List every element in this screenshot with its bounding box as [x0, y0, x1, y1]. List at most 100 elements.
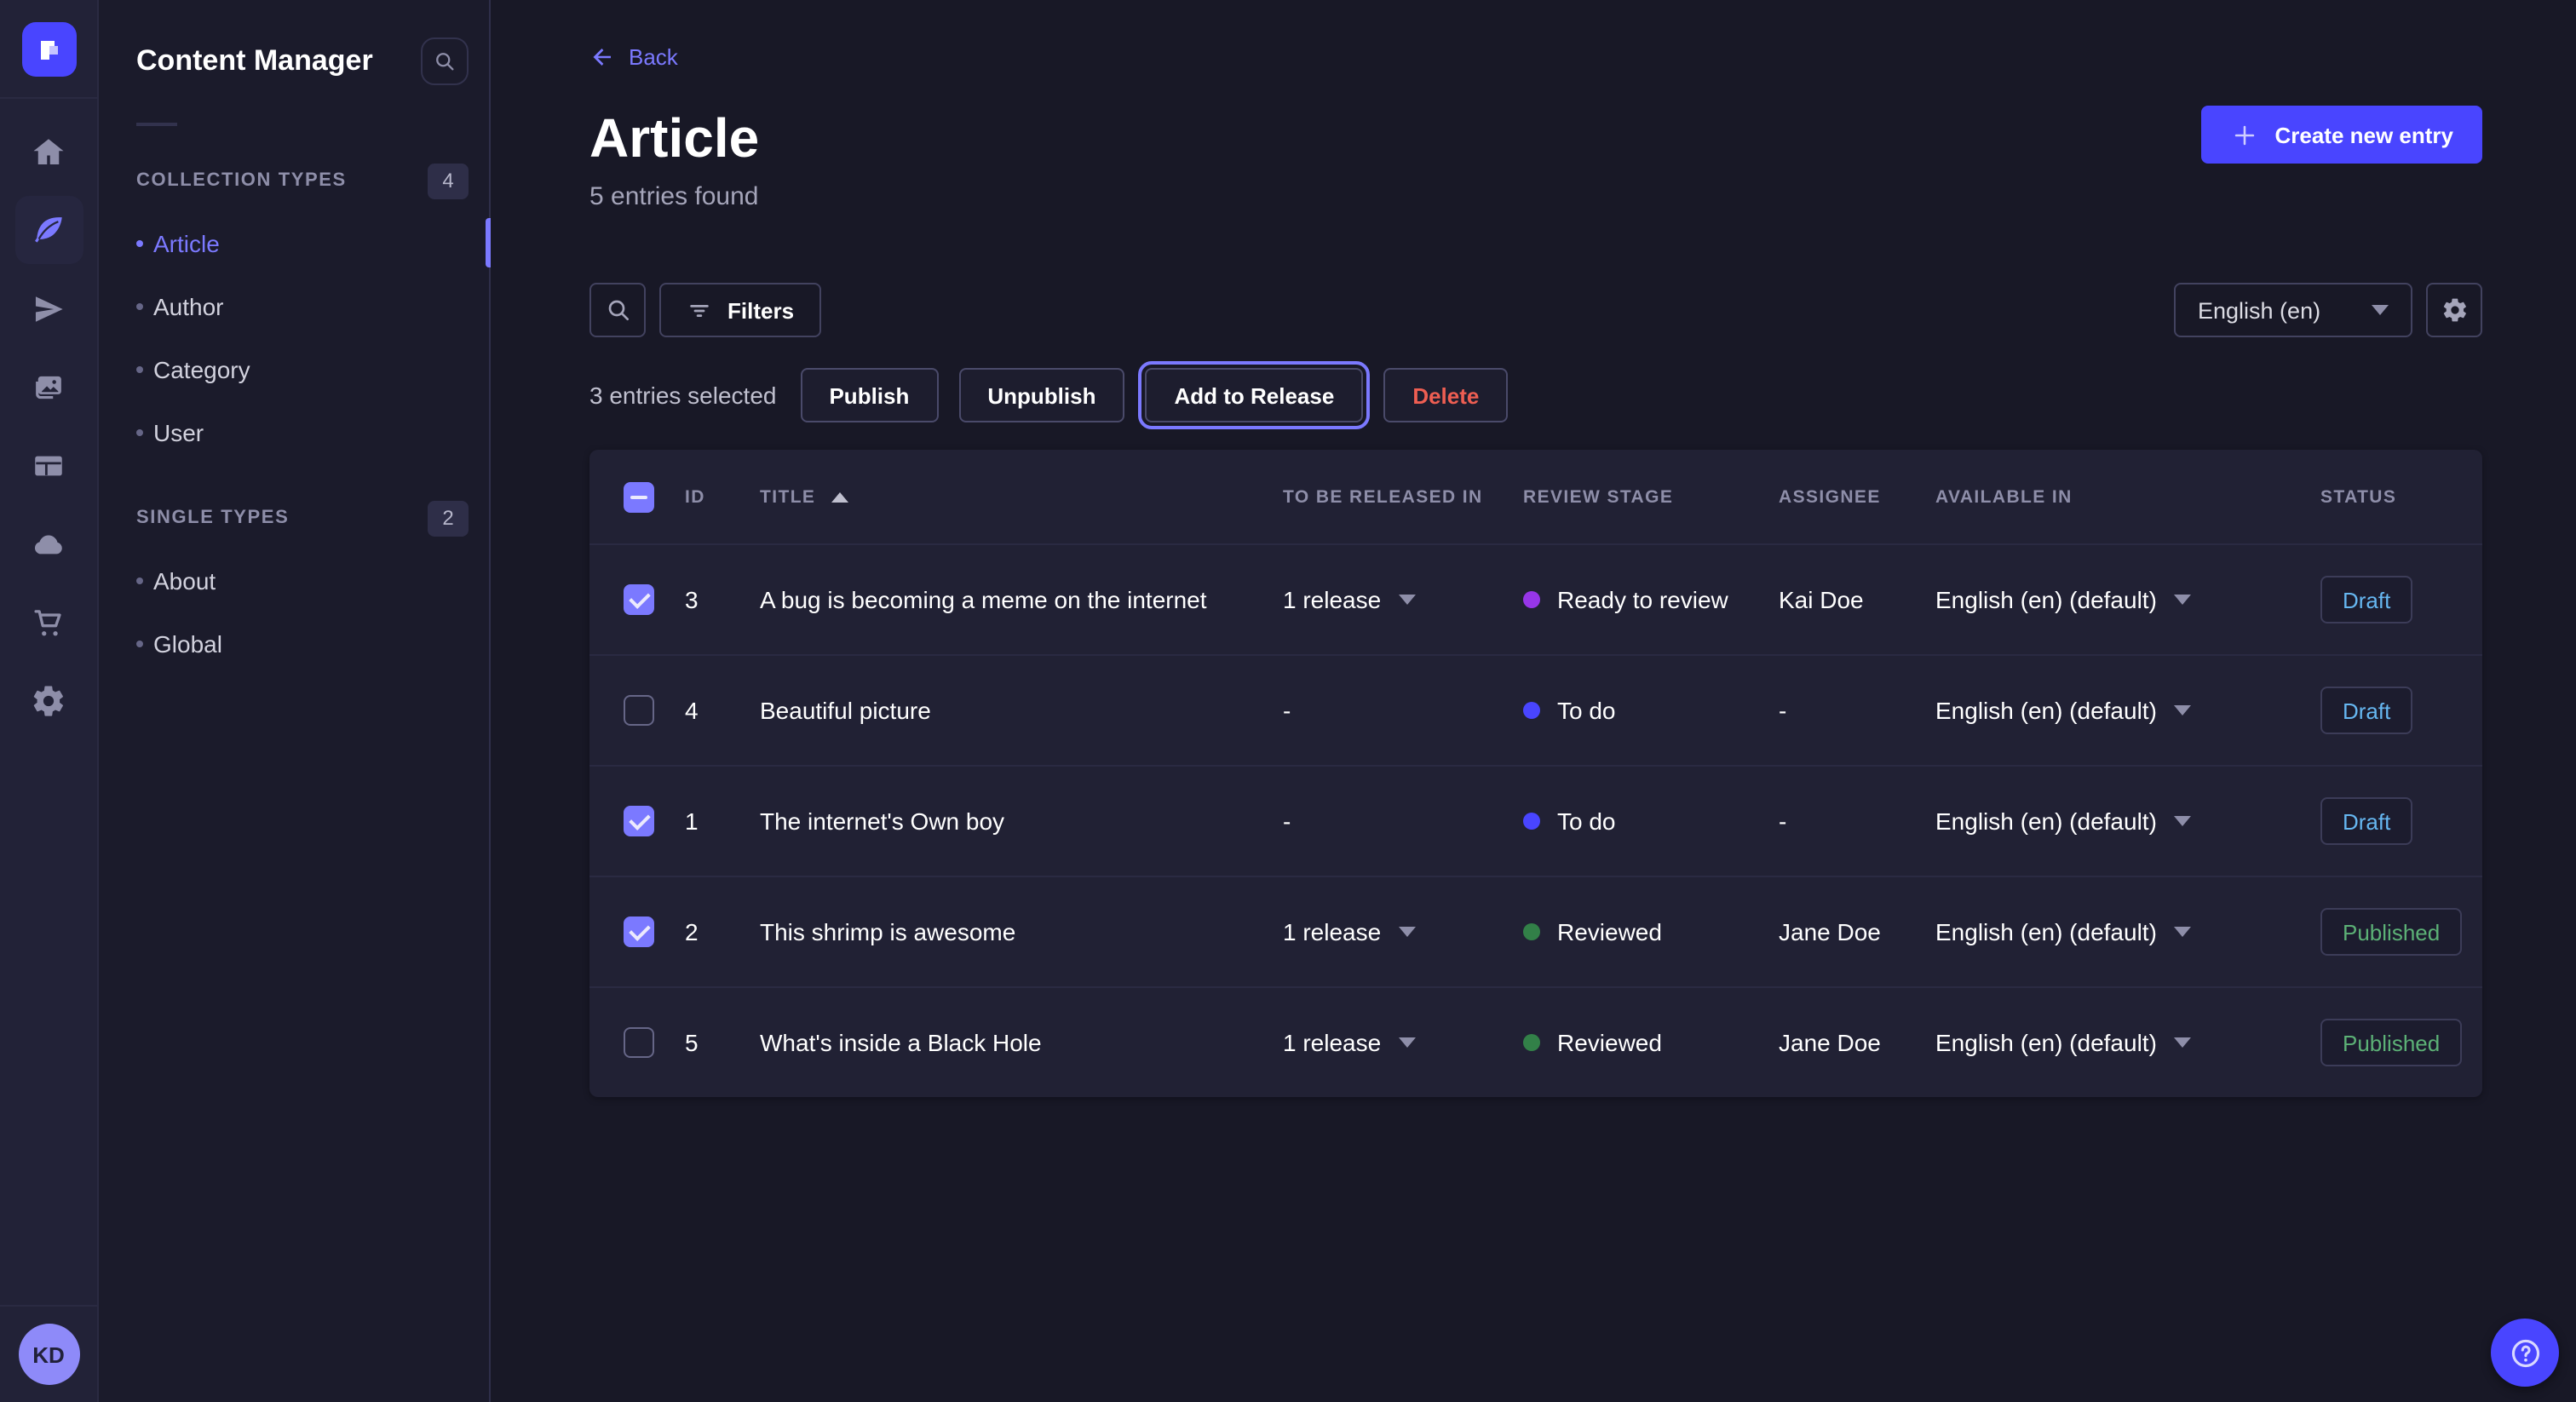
sidebar-item-label: Article: [153, 229, 220, 256]
release-cell[interactable]: 1 release: [1283, 918, 1523, 945]
cell-id: 3: [685, 586, 760, 613]
sidebar-item-label: Global: [153, 629, 222, 657]
search-icon: [604, 296, 631, 324]
content-manager-icon[interactable]: [14, 196, 83, 264]
release-caret: [1398, 595, 1415, 605]
collection-types-section: COLLECTION TYPES 4 Article Author Catego…: [99, 160, 489, 463]
main-nav-rail: KD: [0, 0, 99, 1402]
home-icon[interactable]: [14, 118, 83, 186]
strapi-logo[interactable]: [21, 22, 76, 77]
delete-button[interactable]: Delete: [1383, 368, 1508, 422]
locale-cell[interactable]: English (en) (default): [1935, 807, 2320, 835]
create-new-entry-button[interactable]: Create new entry: [2201, 106, 2482, 164]
header-cell-id[interactable]: ID: [685, 486, 760, 507]
release-caret: [1398, 1037, 1415, 1048]
bullet-icon: [136, 239, 143, 246]
locale-select[interactable]: English (en): [2174, 283, 2412, 337]
section-label: SINGLE TYPES: [136, 508, 289, 528]
bullet-icon: [136, 577, 143, 583]
cell-id: 4: [685, 697, 760, 724]
status-badge: Draft: [2320, 576, 2412, 623]
cell-assignee: Jane Doe: [1779, 918, 1935, 945]
status-badge: Draft: [2320, 797, 2412, 845]
entries-table: ID TITLE TO BE RELEASED IN REVIEW STAGE …: [589, 450, 2482, 1097]
back-link[interactable]: Back: [589, 44, 678, 70]
release-cell[interactable]: -: [1283, 697, 1523, 724]
single-types-section: SINGLE TYPES 2 About Global: [99, 497, 489, 675]
table-row[interactable]: 5 What's inside a Black Hole 1 release R…: [589, 986, 2482, 1097]
content-type-builder-icon[interactable]: [14, 431, 83, 499]
table-search-button[interactable]: [589, 283, 646, 337]
header-cell-assignee: ASSIGNEE: [1779, 486, 1935, 507]
review-stage-dot: [1523, 591, 1540, 608]
release-cell[interactable]: 1 release: [1283, 1029, 1523, 1056]
header-cell-stage: REVIEW STAGE: [1523, 486, 1779, 507]
cell-assignee: -: [1779, 807, 1935, 835]
add-to-release-button[interactable]: Add to Release: [1145, 368, 1363, 422]
filters-button[interactable]: Filters: [659, 283, 821, 337]
select-all-checkbox[interactable]: [624, 481, 654, 512]
locale-cell[interactable]: English (en) (default): [1935, 918, 2320, 945]
status-badge: Draft: [2320, 687, 2412, 734]
row-checkbox[interactable]: [624, 806, 654, 836]
sidebar-item-about[interactable]: About: [99, 549, 489, 612]
sidebar-item-category[interactable]: Category: [99, 337, 489, 400]
sidebar-item-label: User: [153, 418, 204, 445]
cell-title: Beautiful picture: [760, 697, 1283, 724]
locale-cell[interactable]: English (en) (default): [1935, 697, 2320, 724]
cell-title: The internet's Own boy: [760, 807, 1283, 835]
publish-button[interactable]: Publish: [800, 368, 938, 422]
section-label: COLLECTION TYPES: [136, 170, 347, 191]
chevron-down-icon: [2372, 305, 2389, 315]
row-checkbox[interactable]: [624, 916, 654, 947]
cell-id: 1: [685, 807, 760, 835]
plus-icon: [2230, 120, 2259, 149]
page-title: Article: [589, 106, 759, 170]
chevron-down-icon: [2174, 1037, 2191, 1048]
sidebar-item-global[interactable]: Global: [99, 612, 489, 675]
settings-gear-icon[interactable]: [14, 666, 83, 734]
table-row[interactable]: 1 The internet's Own boy - To do - Engli…: [589, 765, 2482, 876]
cell-assignee: Kai Doe: [1779, 586, 1935, 613]
review-stage-dot: [1523, 923, 1540, 940]
row-checkbox[interactable]: [624, 584, 654, 615]
releases-icon[interactable]: [14, 274, 83, 342]
marketplace-cart-icon[interactable]: [14, 588, 83, 656]
chevron-down-icon: [2174, 705, 2191, 715]
view-settings-button[interactable]: [2426, 283, 2482, 337]
table-row[interactable]: 4 Beautiful picture - To do - English (e…: [589, 654, 2482, 765]
user-avatar[interactable]: KD: [18, 1324, 79, 1385]
row-checkbox[interactable]: [624, 695, 654, 726]
arrow-left-icon: [589, 44, 615, 70]
table-row[interactable]: 3 A bug is becoming a meme on the intern…: [589, 543, 2482, 654]
cell-title: A bug is becoming a meme on the internet: [760, 586, 1283, 613]
header-cell-title[interactable]: TITLE: [760, 486, 1283, 507]
bullet-icon: [136, 640, 143, 646]
cell-assignee: -: [1779, 697, 1935, 724]
row-checkbox[interactable]: [624, 1027, 654, 1058]
locale-cell[interactable]: English (en) (default): [1935, 586, 2320, 613]
deploy-cloud-icon[interactable]: [14, 509, 83, 577]
sidebar-item-user[interactable]: User: [99, 400, 489, 463]
unpublish-button[interactable]: Unpublish: [958, 368, 1124, 422]
main-content: Back Article Create new entry 5 entries …: [491, 0, 2576, 1402]
locale-cell[interactable]: English (en) (default): [1935, 1029, 2320, 1056]
cell-title: What's inside a Black Hole: [760, 1029, 1283, 1056]
locale-value: English (en): [2198, 297, 2320, 323]
sidebar-item-author[interactable]: Author: [99, 274, 489, 337]
media-library-icon[interactable]: [14, 353, 83, 421]
single-types-count: 2: [428, 500, 469, 536]
table-row[interactable]: 2 This shrimp is awesome 1 release Revie…: [589, 876, 2482, 986]
release-cell[interactable]: -: [1283, 807, 1523, 835]
search-icon: [433, 49, 457, 73]
content-manager-sidebar: Content Manager COLLECTION TYPES 4 Artic…: [99, 0, 491, 1402]
bullet-icon: [136, 302, 143, 309]
strapi-logo-icon: [35, 36, 62, 63]
help-button[interactable]: [2491, 1319, 2559, 1387]
release-caret: [1398, 927, 1415, 937]
sidebar-search-button[interactable]: [421, 37, 469, 85]
bullet-icon: [136, 365, 143, 372]
release-cell[interactable]: 1 release: [1283, 586, 1523, 613]
review-stage-dot: [1523, 813, 1540, 830]
sidebar-item-article[interactable]: Article: [99, 211, 489, 274]
